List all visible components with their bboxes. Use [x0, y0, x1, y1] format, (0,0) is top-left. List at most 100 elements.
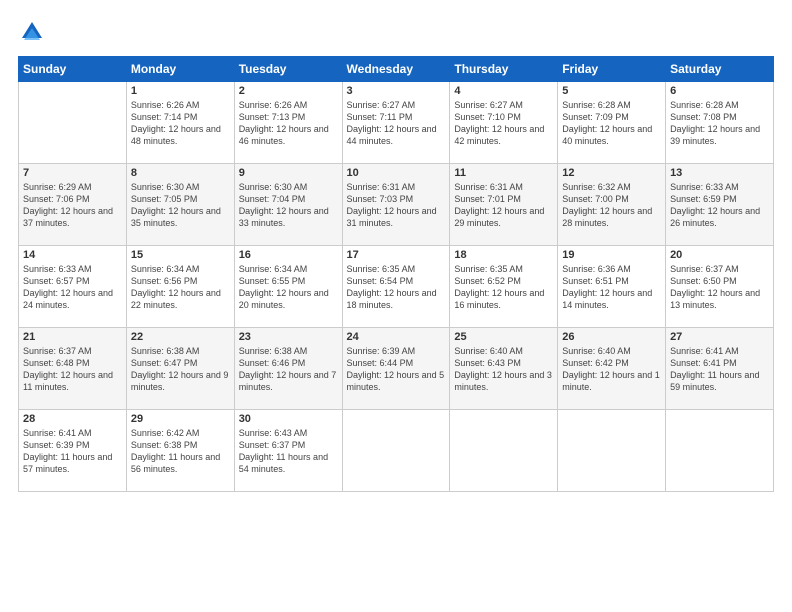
day-cell — [450, 410, 558, 492]
day-number: 26 — [562, 331, 661, 343]
day-cell: 13 Sunrise: 6:33 AM Sunset: 6:59 PM Dayli… — [666, 164, 774, 246]
day-cell: 5Sunrise: 6:28 AM Sunset: 7:09 PM Daylig… — [558, 82, 666, 164]
day-info: Sunrise: 6:37 AM Sunset: 6:48 PM Dayligh… — [23, 345, 122, 394]
day-cell — [19, 82, 127, 164]
day-info: Sunrise: 6:39 AM Sunset: 6:44 PM Dayligh… — [347, 345, 446, 394]
week-row-5: 28 Sunrise: 6:41 AM Sunset: 6:39 PM Dayli… — [19, 410, 774, 492]
day-number: 21 — [23, 331, 122, 343]
day-number: 16 — [239, 249, 338, 261]
day-number: 8 — [131, 167, 230, 179]
day-number: 6 — [670, 85, 769, 97]
header — [18, 18, 774, 46]
day-info: Sunrise: 6:36 AM Sunset: 6:51 PM Dayligh… — [562, 263, 661, 312]
logo-icon — [18, 18, 46, 46]
day-cell: 3 Sunrise: 6:27 AM Sunset: 7:11 PM Daylig… — [342, 82, 450, 164]
day-cell: 9 Sunrise: 6:30 AM Sunset: 7:04 PM Daylig… — [234, 164, 342, 246]
day-cell: 11 Sunrise: 6:31 AM Sunset: 7:01 PM Dayli… — [450, 164, 558, 246]
week-row-4: 21 Sunrise: 6:37 AM Sunset: 6:48 PM Dayli… — [19, 328, 774, 410]
day-number: 9 — [239, 167, 338, 179]
day-info: Sunrise: 6:31 AM Sunset: 7:03 PM Dayligh… — [347, 181, 446, 230]
day-info: Sunrise: 6:35 AM Sunset: 6:54 PM Dayligh… — [347, 263, 446, 312]
day-cell: 21 Sunrise: 6:37 AM Sunset: 6:48 PM Dayli… — [19, 328, 127, 410]
day-cell: 4 Sunrise: 6:27 AM Sunset: 7:10 PM Daylig… — [450, 82, 558, 164]
day-info: Sunrise: 6:34 AM Sunset: 6:55 PM Dayligh… — [239, 263, 338, 312]
day-cell: 2 Sunrise: 6:26 AM Sunset: 7:13 PM Daylig… — [234, 82, 342, 164]
day-info: Sunrise: 6:38 AM Sunset: 6:46 PM Dayligh… — [239, 345, 338, 394]
day-info: Sunrise: 6:26 AM Sunset: 7:13 PM Dayligh… — [239, 99, 338, 148]
day-number: 2 — [239, 85, 338, 97]
day-cell: 7 Sunrise: 6:29 AM Sunset: 7:06 PM Daylig… — [19, 164, 127, 246]
day-info: Sunrise: 6:30 AM Sunset: 7:05 PM Dayligh… — [131, 181, 230, 230]
day-info: Sunrise: 6:31 AM Sunset: 7:01 PM Dayligh… — [454, 181, 553, 230]
day-info: Sunrise: 6:28 AM Sunset: 7:08 PM Dayligh… — [670, 99, 769, 148]
day-number: 22 — [131, 331, 230, 343]
col-header-tuesday: Tuesday — [234, 57, 342, 82]
day-cell: 18 Sunrise: 6:35 AM Sunset: 6:52 PM Dayli… — [450, 246, 558, 328]
day-number: 17 — [347, 249, 446, 261]
day-cell — [666, 410, 774, 492]
day-cell: 28 Sunrise: 6:41 AM Sunset: 6:39 PM Dayli… — [19, 410, 127, 492]
day-info: Sunrise: 6:33 AM Sunset: 6:59 PM Dayligh… — [670, 181, 769, 230]
day-info: Sunrise: 6:32 AM Sunset: 7:00 PM Dayligh… — [562, 181, 661, 230]
day-info: Sunrise: 6:41 AM Sunset: 6:39 PM Dayligh… — [23, 427, 122, 476]
day-number: 27 — [670, 331, 769, 343]
day-info: Sunrise: 6:40 AM Sunset: 6:43 PM Dayligh… — [454, 345, 553, 394]
day-info: Sunrise: 6:33 AM Sunset: 6:57 PM Dayligh… — [23, 263, 122, 312]
day-number: 3 — [347, 85, 446, 97]
day-info: Sunrise: 6:26 AM Sunset: 7:14 PM Dayligh… — [131, 99, 230, 148]
day-number: 28 — [23, 413, 122, 425]
day-cell: 23 Sunrise: 6:38 AM Sunset: 6:46 PM Dayli… — [234, 328, 342, 410]
day-cell: 1 Sunrise: 6:26 AM Sunset: 7:14 PM Daylig… — [126, 82, 234, 164]
day-info: Sunrise: 6:37 AM Sunset: 6:50 PM Dayligh… — [670, 263, 769, 312]
day-number: 13 — [670, 167, 769, 179]
day-cell: 12 Sunrise: 6:32 AM Sunset: 7:00 PM Dayli… — [558, 164, 666, 246]
day-info: Sunrise: 6:27 AM Sunset: 7:10 PM Dayligh… — [454, 99, 553, 148]
day-cell: 19 Sunrise: 6:36 AM Sunset: 6:51 PM Dayli… — [558, 246, 666, 328]
day-cell: 26Sunrise: 6:40 AM Sunset: 6:42 PM Dayli… — [558, 328, 666, 410]
day-info: Sunrise: 6:34 AM Sunset: 6:56 PM Dayligh… — [131, 263, 230, 312]
day-cell: 16 Sunrise: 6:34 AM Sunset: 6:55 PM Dayli… — [234, 246, 342, 328]
day-info: Sunrise: 6:27 AM Sunset: 7:11 PM Dayligh… — [347, 99, 446, 148]
day-cell: 14 Sunrise: 6:33 AM Sunset: 6:57 PM Dayli… — [19, 246, 127, 328]
day-number: 11 — [454, 167, 553, 179]
col-header-friday: Friday — [558, 57, 666, 82]
day-number: 30 — [239, 413, 338, 425]
logo — [18, 18, 50, 46]
day-number: 7 — [23, 167, 122, 179]
day-cell: 10Sunrise: 6:31 AM Sunset: 7:03 PM Dayli… — [342, 164, 450, 246]
day-number: 14 — [23, 249, 122, 261]
day-number: 18 — [454, 249, 553, 261]
day-number: 23 — [239, 331, 338, 343]
day-cell: 8 Sunrise: 6:30 AM Sunset: 7:05 PM Daylig… — [126, 164, 234, 246]
day-number: 29 — [131, 413, 230, 425]
day-number: 20 — [670, 249, 769, 261]
day-cell: 29Sunrise: 6:42 AM Sunset: 6:38 PM Dayli… — [126, 410, 234, 492]
day-info: Sunrise: 6:38 AM Sunset: 6:47 PM Dayligh… — [131, 345, 230, 394]
day-number: 24 — [347, 331, 446, 343]
week-row-3: 14 Sunrise: 6:33 AM Sunset: 6:57 PM Dayli… — [19, 246, 774, 328]
page: SundayMondayTuesdayWednesdayThursdayFrid… — [0, 0, 792, 612]
day-cell: 15 Sunrise: 6:34 AM Sunset: 6:56 PM Dayli… — [126, 246, 234, 328]
day-info: Sunrise: 6:41 AM Sunset: 6:41 PM Dayligh… — [670, 345, 769, 394]
day-cell — [342, 410, 450, 492]
day-number: 15 — [131, 249, 230, 261]
col-header-thursday: Thursday — [450, 57, 558, 82]
day-cell: 17 Sunrise: 6:35 AM Sunset: 6:54 PM Dayli… — [342, 246, 450, 328]
day-number: 5 — [562, 85, 661, 97]
day-number: 25 — [454, 331, 553, 343]
day-info: Sunrise: 6:30 AM Sunset: 7:04 PM Dayligh… — [239, 181, 338, 230]
day-cell: 24 Sunrise: 6:39 AM Sunset: 6:44 PM Dayli… — [342, 328, 450, 410]
week-row-2: 7 Sunrise: 6:29 AM Sunset: 7:06 PM Daylig… — [19, 164, 774, 246]
day-info: Sunrise: 6:35 AM Sunset: 6:52 PM Dayligh… — [454, 263, 553, 312]
day-cell: 25 Sunrise: 6:40 AM Sunset: 6:43 PM Dayli… — [450, 328, 558, 410]
calendar-table: SundayMondayTuesdayWednesdayThursdayFrid… — [18, 56, 774, 492]
day-number: 12 — [562, 167, 661, 179]
header-row: SundayMondayTuesdayWednesdayThursdayFrid… — [19, 57, 774, 82]
day-cell: 30Sunrise: 6:43 AM Sunset: 6:37 PM Dayli… — [234, 410, 342, 492]
day-number: 1 — [131, 85, 230, 97]
day-cell: 20 Sunrise: 6:37 AM Sunset: 6:50 PM Dayli… — [666, 246, 774, 328]
col-header-sunday: Sunday — [19, 57, 127, 82]
day-number: 19 — [562, 249, 661, 261]
day-number: 4 — [454, 85, 553, 97]
day-info: Sunrise: 6:29 AM Sunset: 7:06 PM Dayligh… — [23, 181, 122, 230]
